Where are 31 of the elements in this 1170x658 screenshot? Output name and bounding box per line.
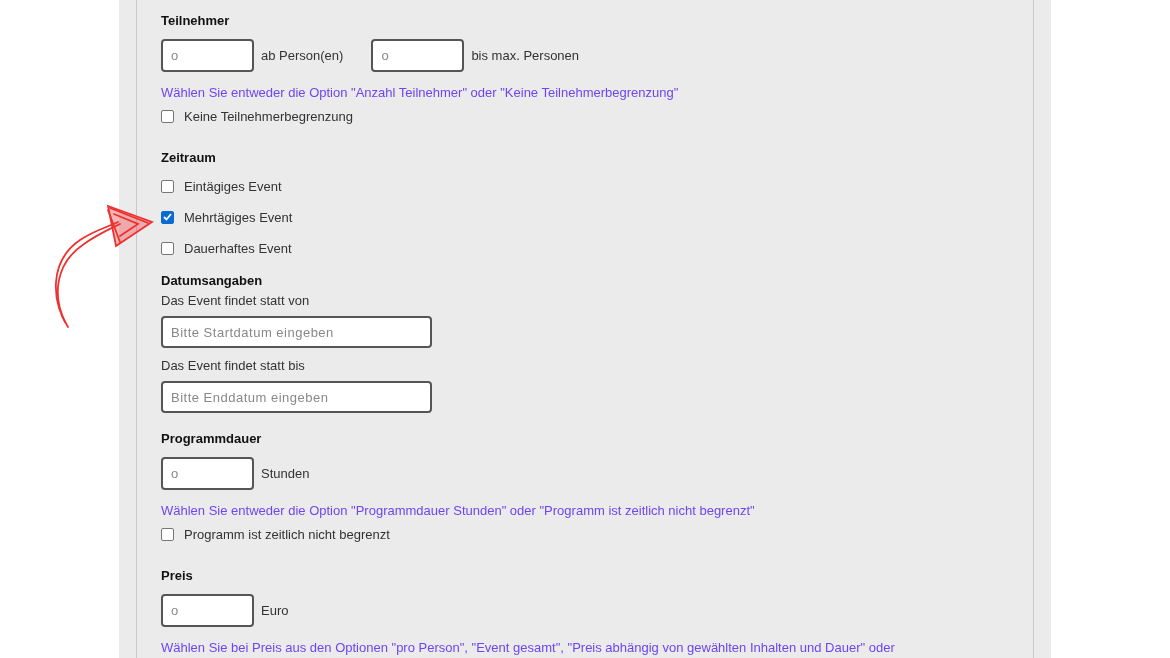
unit-label: ab Person(en) bbox=[261, 48, 344, 63]
number-field[interactable]: o bbox=[161, 39, 254, 72]
unit-label: Euro bbox=[261, 603, 289, 618]
checkbox[interactable] bbox=[161, 241, 174, 255]
section-heading: Programmdauer bbox=[161, 431, 262, 447]
section-heading: Teilnehmer bbox=[161, 13, 230, 29]
number-field[interactable]: o bbox=[161, 594, 254, 627]
section-heading: Datumsangaben bbox=[161, 273, 263, 289]
number-field[interactable]: o bbox=[371, 39, 465, 72]
checkbox-label[interactable]: Keine Teilnehmerbegrenzung bbox=[184, 108, 353, 124]
checkbox[interactable] bbox=[161, 210, 174, 224]
field-label: Das Event findet statt bis bbox=[161, 358, 305, 374]
checkbox-label[interactable]: Mehrtägiges Event bbox=[184, 209, 293, 225]
checkbox-label[interactable]: Programm ist zeitlich nicht begrenzt bbox=[184, 526, 390, 542]
section-heading: Zeitraum bbox=[161, 150, 216, 166]
hint-text: Wählen Sie bei Preis aus den Optionen "pro Person", "Event gesamt", "Preis abhängig von gewählten Inhalten und Dauer" oder bbox=[161, 640, 895, 656]
field-label: Das Event findet statt von bbox=[161, 293, 310, 309]
unit-label: Stunden bbox=[261, 466, 310, 481]
section-heading: Preis bbox=[161, 568, 193, 584]
checkbox-label[interactable]: Dauerhaftes Event bbox=[184, 240, 292, 256]
date-field[interactable]: Bitte Startdatum eingeben bbox=[161, 316, 432, 348]
hint-text: Wählen Sie entweder die Option "Programmdauer Stunden" oder "Programm ist zeitlich nicht begrenzt" bbox=[161, 503, 755, 519]
unit-label: bis max. Personen bbox=[471, 48, 580, 63]
date-field[interactable]: Bitte Enddatum eingeben bbox=[161, 381, 432, 413]
checkbox[interactable] bbox=[161, 179, 174, 193]
number-field[interactable]: o bbox=[161, 457, 254, 490]
checkbox[interactable] bbox=[161, 527, 174, 541]
check-icon bbox=[163, 213, 172, 221]
hint-text: Wählen Sie entweder die Option "Anzahl Teilnehmer" oder "Keine Teilnehmerbegrenzung" bbox=[161, 85, 679, 101]
checkbox-label[interactable]: Eintägiges Event bbox=[184, 178, 282, 194]
checkbox[interactable] bbox=[161, 109, 174, 123]
